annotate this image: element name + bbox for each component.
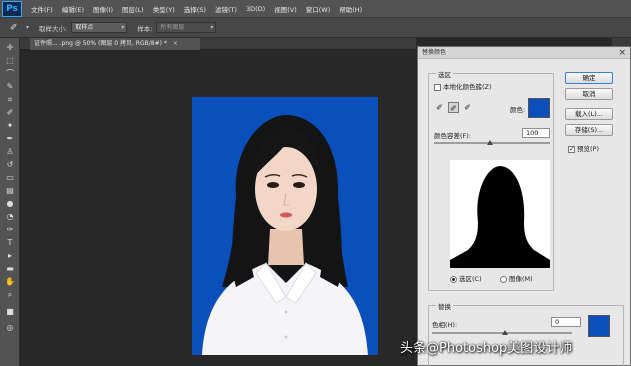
crop-tool-icon[interactable]: ⌗ <box>4 94 16 105</box>
healing-tool-icon[interactable]: ✦ <box>4 120 16 131</box>
image-radio-label: 图像(M) <box>509 275 533 283</box>
eyedropper-icon[interactable]: ✐ <box>10 22 24 34</box>
selection-mode-option[interactable]: 选区(C) <box>450 273 482 283</box>
document-tab-label: 证件照... .png @ 50% (图层 0 拷贝, RGB/8#) * <box>34 40 167 47</box>
load-button[interactable]: 载入(L)... <box>565 108 613 120</box>
quick-select-tool-icon[interactable]: ✎ <box>4 81 16 92</box>
zoom-tool-icon[interactable]: ⌕ <box>4 289 16 300</box>
chevron-down-icon[interactable]: ▾ <box>26 24 29 31</box>
preview-label: 预览(P) <box>577 145 599 153</box>
menu-bar: Ps 文件(F) 编辑(E) 图像(I) 图层(L) 类型(Y) 选择(S) 滤… <box>0 0 631 17</box>
sample-size-select[interactable]: 取样点 <box>71 22 128 33</box>
menu-help[interactable]: 帮助(H) <box>339 4 362 14</box>
menu-edit[interactable]: 编辑(E) <box>62 4 84 14</box>
image-mode-option[interactable]: 图像(M) <box>500 273 533 283</box>
localized-clusters-label: 本地化颜色簇(Z) <box>443 83 492 91</box>
sample-size-label: 取样大小: <box>39 24 68 33</box>
path-select-tool-icon[interactable]: ▸ <box>4 250 16 261</box>
localized-clusters-option[interactable]: 本地化颜色簇(Z) <box>434 81 492 91</box>
ok-button[interactable]: 确定 <box>565 72 613 84</box>
menu-layer[interactable]: 图层(L) <box>122 4 144 14</box>
sample-select[interactable]: 所有图层 <box>156 22 217 33</box>
localized-clusters-checkbox[interactable] <box>434 83 441 91</box>
selection-mask <box>450 160 550 268</box>
pen-tool-icon[interactable]: ✑ <box>4 224 16 235</box>
eraser-tool-icon[interactable]: ▭ <box>4 172 16 183</box>
gradient-tool-icon[interactable]: ▤ <box>4 185 16 196</box>
cancel-button[interactable]: 取消 <box>565 88 613 100</box>
history-brush-tool-icon[interactable]: ↺ <box>4 159 16 170</box>
hue-input[interactable]: 0 <box>551 317 581 327</box>
color-label: 颜色: <box>510 106 526 114</box>
preview-option[interactable]: 预览(P) <box>568 143 599 153</box>
panel-strip <box>612 38 631 46</box>
close-icon[interactable]: × <box>618 48 626 58</box>
eyedropper-minus-icon[interactable]: ✐ <box>462 102 473 113</box>
result-color-swatch[interactable] <box>588 315 610 337</box>
lasso-tool-icon[interactable]: ⌒ <box>4 68 16 79</box>
dodge-tool-icon[interactable]: ◔ <box>4 211 16 222</box>
selected-color-swatch[interactable] <box>528 98 550 118</box>
options-bar: ✐ ▾ 取样大小: 取样点 样本: 所有图层 <box>0 17 631 38</box>
portrait-photo <box>192 97 378 355</box>
save-button[interactable]: 存储(S)... <box>565 124 613 136</box>
replace-group-label: 替换 <box>436 301 453 311</box>
sample-label: 样本: <box>137 24 153 33</box>
stamp-tool-icon[interactable]: ♙ <box>4 146 16 157</box>
hand-tool-icon[interactable]: ✋ <box>4 276 16 287</box>
replace-color-dialog: 替换颜色 × 选区 本地化颜色簇(Z) ✐ ✐ ✐ 颜色: 颜色容差(F): 1… <box>417 46 631 366</box>
image-radio[interactable] <box>500 275 507 283</box>
menu-file[interactable]: 文件(F) <box>31 4 53 14</box>
menu-type[interactable]: 类型(Y) <box>153 4 175 14</box>
document-tab-bar: 证件照... .png @ 50% (图层 0 拷贝, RGB/8#) * × <box>20 38 416 50</box>
preview-checkbox[interactable] <box>568 145 575 153</box>
menu-image[interactable]: 图像(I) <box>93 4 113 14</box>
color-swatches-icon[interactable]: ■ <box>4 306 16 317</box>
menu-view[interactable]: 视图(V) <box>274 4 297 14</box>
menu-select[interactable]: 选择(S) <box>184 4 206 14</box>
brush-tool-icon[interactable]: ✒ <box>4 133 16 144</box>
close-icon[interactable]: × <box>173 40 178 47</box>
selection-preview <box>450 160 550 268</box>
move-tool-icon[interactable]: ✛ <box>4 42 16 53</box>
photoshop-logo: Ps <box>2 0 22 17</box>
eyedropper-icon[interactable]: ✐ <box>434 102 445 113</box>
fuzziness-slider-thumb[interactable] <box>487 140 493 145</box>
menu-filter[interactable]: 滤镜(T) <box>215 4 237 14</box>
eyedropper-plus-icon[interactable]: ✐ <box>448 102 459 113</box>
fuzziness-label: 颜色容差(F): <box>434 132 472 140</box>
canvas-area[interactable] <box>21 51 417 366</box>
hue-label: 色相(H): <box>432 321 458 329</box>
marquee-tool-icon[interactable]: ⬚ <box>4 55 16 66</box>
fuzziness-input[interactable]: 100 <box>522 128 550 138</box>
watermark: 头条@Photoshop美图设计师 <box>400 341 573 356</box>
eyedropper-tool-icon[interactable]: ✐ <box>4 107 16 118</box>
shape-tool-icon[interactable]: ▬ <box>4 263 16 274</box>
menu-window[interactable]: 窗口(W) <box>306 4 331 14</box>
selection-group-label: 选区 <box>436 69 453 79</box>
document-tab[interactable]: 证件照... .png @ 50% (图层 0 拷贝, RGB/8#) * × <box>30 38 200 50</box>
hue-slider-thumb[interactable] <box>502 330 508 335</box>
menu-3d[interactable]: 3D(D) <box>246 5 265 13</box>
selection-radio-label: 选区(C) <box>459 275 482 283</box>
blur-tool-icon[interactable]: ● <box>4 198 16 209</box>
portrait-illustration <box>192 97 378 355</box>
dialog-title: 替换颜色 <box>418 47 630 59</box>
selection-radio[interactable] <box>450 275 457 283</box>
tools-panel: ✛ ⬚ ⌒ ✎ ⌗ ✐ ✦ ✒ ♙ ↺ ▭ ▤ ● ◔ ✑ T ▸ ▬ ✋ ⌕ … <box>0 38 20 366</box>
type-tool-icon[interactable]: T <box>4 237 16 248</box>
quick-mask-icon[interactable]: ◎ <box>4 322 16 333</box>
